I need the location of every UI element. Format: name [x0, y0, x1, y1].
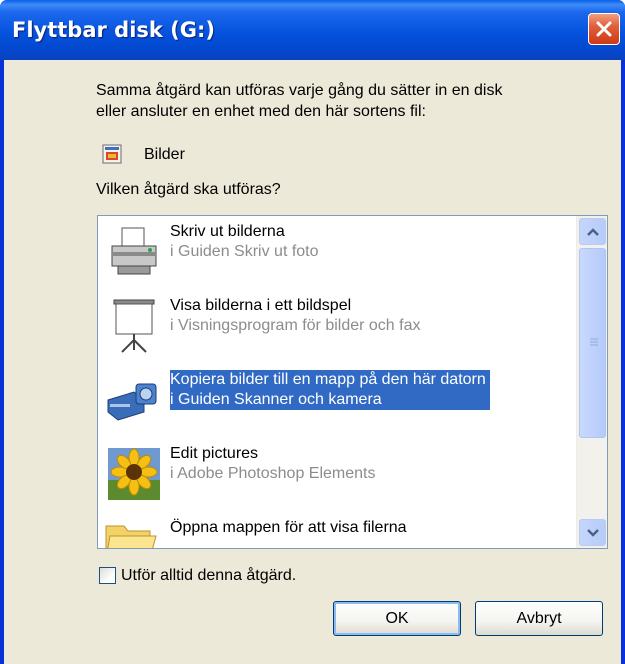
grip-icon [590, 338, 598, 346]
always-do-checkbox[interactable] [99, 567, 116, 584]
scroll-down-button[interactable] [579, 519, 606, 546]
content-type-label: Bilder [144, 146, 185, 163]
action-item-text: Edit pictures i Adobe Photoshop Elements [170, 444, 375, 484]
action-title: Skriv ut bilderna [170, 223, 285, 240]
chevron-down-icon [587, 529, 599, 537]
action-list[interactable]: Skriv ut bilderna i Guiden Skriv ut foto… [97, 215, 608, 549]
camera-icon [107, 383, 157, 421]
action-title: Kopiera bilder till en mapp på den här d… [170, 371, 486, 388]
question-text: Vilken åtgärd ska utföras? [96, 181, 281, 198]
cancel-button[interactable]: Avbryt [475, 601, 603, 636]
always-do-label[interactable]: Utför alltid denna åtgärd. [121, 567, 296, 585]
sunflower-icon [108, 448, 160, 500]
action-item-print[interactable]: Skriv ut bilderna i Guiden Skriv ut foto [98, 216, 573, 290]
action-title: Öppna mappen för att visa filerna [170, 519, 407, 536]
action-program: i Guiden Skanner och kamera [170, 391, 382, 408]
folder-icon [105, 525, 157, 548]
dialog-window: Flyttbar disk (G:) Samma åtgärd kan utfö… [0, 0, 625, 664]
vertical-scrollbar[interactable] [576, 216, 607, 548]
close-icon [596, 21, 612, 37]
action-title: Visa bilderna i ett bildspel [170, 297, 352, 314]
action-program: i Adobe Photoshop Elements [170, 465, 376, 482]
action-program: i Visningsprogram för bilder och fax [170, 317, 421, 334]
action-title: Edit pictures [170, 445, 259, 462]
pictures-icon [102, 144, 122, 164]
action-program: i Guiden Skriv ut foto [170, 243, 319, 260]
close-button[interactable] [588, 13, 620, 45]
window-title: Flyttbar disk (G:) [12, 18, 216, 42]
action-item-text: Skriv ut bilderna i Guiden Skriv ut foto [170, 222, 319, 262]
chevron-up-icon [587, 228, 599, 236]
ok-button[interactable]: OK [333, 601, 461, 636]
action-item-text: Kopiera bilder till en mapp på den här d… [170, 370, 490, 410]
action-item-slideshow[interactable]: Visa bilderna i ett bildspel i Visningsp… [98, 290, 573, 364]
title-bar[interactable]: Flyttbar disk (G:) [0, 0, 625, 60]
projector-screen-icon [113, 299, 155, 353]
scroll-thumb[interactable] [579, 248, 606, 438]
action-item-open-folder[interactable]: Öppna mappen för att visa filerna [98, 512, 573, 548]
action-item-edit[interactable]: Edit pictures i Adobe Photoshop Elements [98, 438, 573, 512]
printer-icon [111, 227, 157, 275]
scroll-up-button[interactable] [579, 218, 606, 245]
action-item-text: Visa bilderna i ett bildspel i Visningsp… [170, 296, 421, 336]
dialog-body: Samma åtgärd kan utföras varje gång du s… [4, 60, 621, 664]
description-text: Samma åtgärd kan utföras varje gång du s… [96, 82, 503, 120]
action-item-text: Öppna mappen för att visa filerna [170, 518, 407, 538]
action-item-copy[interactable]: Kopiera bilder till en mapp på den här d… [98, 364, 573, 438]
